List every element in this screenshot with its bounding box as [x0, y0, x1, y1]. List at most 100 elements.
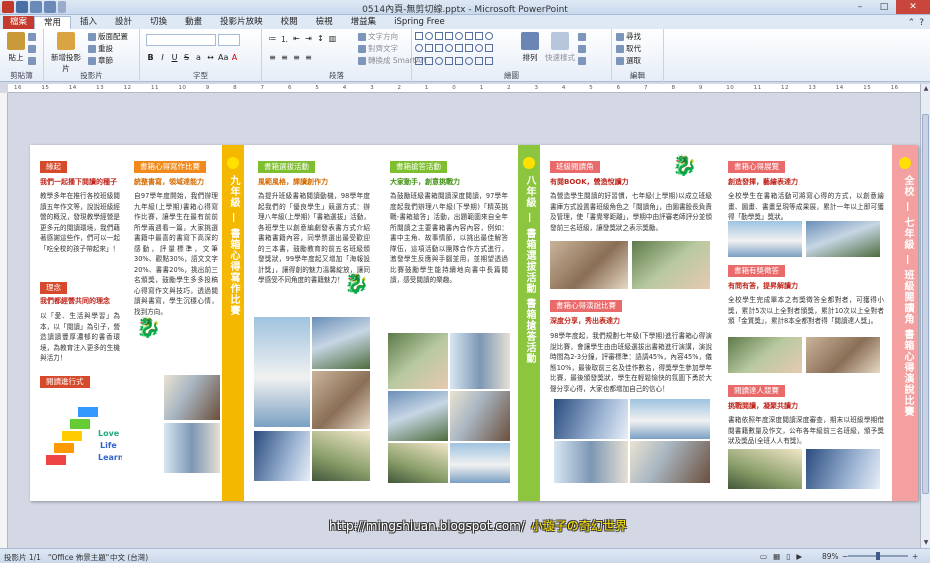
font-size-dropdown[interactable]: [218, 34, 240, 46]
quick-styles-button[interactable]: 快速樣式: [544, 32, 576, 63]
ruler-number: 15: [863, 85, 872, 91]
underline-icon[interactable]: U: [170, 53, 179, 62]
find-button[interactable]: 尋找: [616, 32, 641, 42]
band-grade9: 九年級 — 書箱心得寫作比賽: [222, 145, 244, 501]
select-button[interactable]: 選取: [616, 56, 641, 66]
ruler-number: 6: [287, 85, 292, 91]
slide-counter: 投影片 1/1: [4, 553, 41, 562]
text-direction-button[interactable]: 文字方向: [358, 32, 398, 42]
normal-view-icon[interactable]: ▭: [760, 552, 767, 561]
cut-button[interactable]: [28, 32, 36, 42]
zoom-level[interactable]: 89%: [822, 552, 839, 561]
tab-insert[interactable]: 插入: [71, 16, 106, 29]
photo-speech-4: [630, 441, 710, 483]
ruler-number: 2: [397, 85, 402, 91]
vertical-scrollbar[interactable]: ▲ ▼: [920, 84, 930, 548]
new-slide-button[interactable]: 新增投影片: [48, 32, 84, 74]
align-center-icon[interactable]: ≡: [280, 53, 289, 62]
numbering-icon[interactable]: ⒈: [280, 34, 289, 45]
section-label: 章節: [98, 56, 113, 65]
align-left-icon[interactable]: ≡: [268, 53, 277, 62]
tab-slideshow[interactable]: 投影片放映: [211, 16, 272, 29]
replace-label: 取代: [626, 44, 641, 53]
copy-button[interactable]: [28, 44, 36, 54]
close-button[interactable]: ✕: [896, 0, 930, 14]
tab-file[interactable]: 檔案: [3, 16, 35, 29]
reading-view-icon[interactable]: ▯: [786, 552, 790, 561]
zoom-in-icon[interactable]: +: [912, 552, 918, 561]
spacing-icon[interactable]: ↔: [206, 53, 215, 62]
label-book-quiz: 書箱搶答活動: [390, 161, 447, 173]
shadow-icon[interactable]: a: [194, 53, 203, 62]
ruler-number: 12: [123, 85, 132, 91]
help-icon[interactable]: ?: [919, 18, 924, 28]
band-grade9-text: 九年級 — 書箱心得寫作比賽: [228, 175, 239, 316]
vertical-ruler[interactable]: [0, 93, 8, 548]
zoom-slider-knob[interactable]: [876, 552, 880, 560]
tab-home[interactable]: 常用: [34, 16, 72, 29]
reset-icon: [88, 45, 96, 53]
column-quiz: 書箱搶答活動 大家動手，創意挑戰力 為鼓勵班級書箱閱讀深度閱讀，97學年度起我們…: [386, 145, 516, 501]
increase-indent-icon[interactable]: ⇥: [304, 34, 313, 45]
bullets-icon[interactable]: ≔: [268, 34, 277, 45]
subtitle-reading-master: 挑戰閱讀，凝聚共讀力: [728, 402, 798, 410]
slide-sorter-icon[interactable]: ▦: [773, 552, 780, 561]
ruler-number: 16: [14, 85, 22, 91]
arrange-button[interactable]: 排列: [516, 32, 544, 63]
tab-design[interactable]: 設計: [106, 16, 141, 29]
paste-button[interactable]: 貼上: [2, 32, 30, 63]
case-icon[interactable]: Aa: [218, 53, 228, 62]
label-speech-contest: 書箱心得演說比賽: [550, 300, 622, 312]
maximize-button[interactable]: □: [872, 0, 896, 14]
band-school-wide-text: 全校 — 七年級 — 班級閱讀角 書箱心得演說比賽: [902, 175, 913, 418]
photo-quiz-6: [450, 443, 510, 483]
label-essay-contest: 書箱心得寫作比賽: [134, 161, 206, 173]
italic-icon[interactable]: I: [158, 53, 167, 62]
font-group: B I U S a ↔ Aa A 字型: [140, 29, 262, 82]
align-right-icon[interactable]: ≡: [292, 53, 301, 62]
line-spacing-icon[interactable]: ↕: [316, 34, 325, 45]
columns-icon[interactable]: ▥: [328, 34, 337, 45]
scroll-down-icon[interactable]: ▼: [921, 538, 930, 548]
font-color-icon[interactable]: A: [230, 53, 239, 62]
stair-word-learn: Learn: [98, 453, 122, 462]
tab-ispring[interactable]: iSpring Free: [385, 16, 454, 29]
minimize-ribbon-icon[interactable]: ⌃: [908, 18, 916, 28]
strike-icon[interactable]: S: [182, 53, 191, 62]
shape-outline-button[interactable]: [578, 44, 586, 54]
section-button[interactable]: 章節: [88, 56, 113, 66]
layout-button[interactable]: 版面配置: [88, 32, 128, 42]
ruler-number: 5: [315, 85, 320, 91]
shape-effects-button[interactable]: [578, 56, 586, 66]
zoom-slider[interactable]: [848, 552, 908, 560]
slideshow-view-icon[interactable]: ▶: [796, 552, 802, 561]
scroll-thumb[interactable]: [922, 114, 929, 494]
body-reading-master: 書箱依照年度深度閱讀深度審查，期末以班級學期借閱書籍數量及作文，公布各年級前三名…: [728, 416, 884, 445]
decrease-indent-icon[interactable]: ⇤: [292, 34, 301, 45]
reset-button[interactable]: 重設: [88, 44, 113, 54]
tab-addins[interactable]: 增益集: [342, 16, 386, 29]
tab-animations[interactable]: 動畫: [176, 16, 211, 29]
shapes-gallery[interactable]: [415, 32, 493, 68]
minimize-button[interactable]: –: [848, 0, 872, 14]
scissors-icon: [28, 33, 36, 41]
slide-canvas[interactable]: 緣起 我們一起播下閱讀的種子 教學多年在推行各校班級閱讀五年作文等，說說班級經營…: [30, 145, 918, 501]
format-painter-button[interactable]: [28, 56, 36, 66]
font-name-dropdown[interactable]: [146, 34, 216, 46]
justify-icon[interactable]: ≡: [304, 53, 313, 62]
tab-view[interactable]: 檢視: [307, 16, 342, 29]
tab-transitions[interactable]: 切換: [141, 16, 176, 29]
shape-fill-button[interactable]: [578, 32, 586, 42]
scroll-up-icon[interactable]: ▲: [921, 84, 930, 94]
photo-exhibit-1: [728, 221, 802, 257]
theme-name[interactable]: "Office 佈景主題": [48, 552, 109, 563]
align-text-button[interactable]: 對齊文字: [358, 44, 398, 54]
slides-label: 投影片: [80, 71, 103, 80]
label-philosophy: 理念: [40, 282, 67, 294]
bold-icon[interactable]: B: [146, 53, 155, 62]
replace-button[interactable]: 取代: [616, 44, 641, 54]
tab-review[interactable]: 校閱: [272, 16, 307, 29]
ruler-number: 9: [205, 85, 210, 91]
language-indicator[interactable]: 中文 (台灣): [110, 552, 148, 563]
horizontal-ruler[interactable]: 16 15 14 13 12 11 10 9 8 7 6 5 4 3 2 1 0 1 2 3 4 5 6 7 8 9 10 11 12 1…: [8, 84, 920, 93]
